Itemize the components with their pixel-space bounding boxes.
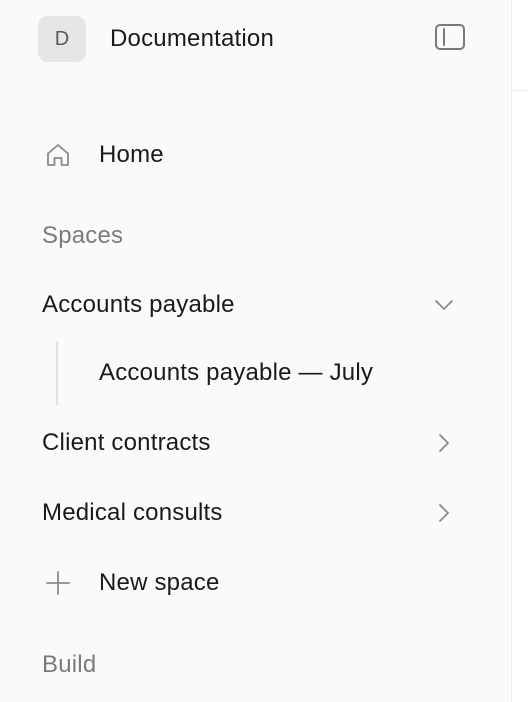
chevron-right-icon[interactable] xyxy=(430,499,458,527)
workspace-avatar[interactable]: D xyxy=(38,16,86,62)
sidebar-item-home[interactable]: Home xyxy=(0,133,511,177)
sidebar-toggle-button[interactable] xyxy=(434,23,466,55)
workspace-avatar-letter: D xyxy=(54,27,70,50)
sidebar-item-accounts-payable[interactable]: Accounts payable xyxy=(0,283,511,327)
chevron-right-icon[interactable] xyxy=(430,429,458,457)
header-divider xyxy=(512,90,528,91)
sidebar: D Documentation Home Spaces Accounts pay… xyxy=(0,0,512,702)
main-content-edge xyxy=(512,0,528,702)
sidebar-item-label: Accounts payable — July xyxy=(99,359,374,386)
sidebar-item-label: Medical consults xyxy=(42,499,223,526)
workspace-title[interactable]: Documentation xyxy=(110,24,274,54)
sidebar-item-label: Accounts payable xyxy=(42,291,235,318)
sidebar-item-label: Home xyxy=(99,141,164,168)
sidebar-item-client-contracts[interactable]: Client contracts xyxy=(0,421,511,465)
sidebar-item-label: Client contracts xyxy=(42,429,211,456)
chevron-down-icon[interactable] xyxy=(430,291,458,319)
section-heading-spaces: Spaces xyxy=(42,222,124,249)
new-space-button[interactable]: New space xyxy=(0,561,511,605)
new-space-label: New space xyxy=(99,569,220,596)
plus-icon xyxy=(42,567,74,599)
sidebar-item-medical-consults[interactable]: Medical consults xyxy=(0,491,511,535)
sidebar-subitem-accounts-payable-july[interactable]: Accounts payable — July xyxy=(0,351,511,395)
section-heading-build: Build xyxy=(42,651,97,678)
sidebar-toggle-icon xyxy=(435,23,465,55)
home-icon xyxy=(42,139,74,171)
